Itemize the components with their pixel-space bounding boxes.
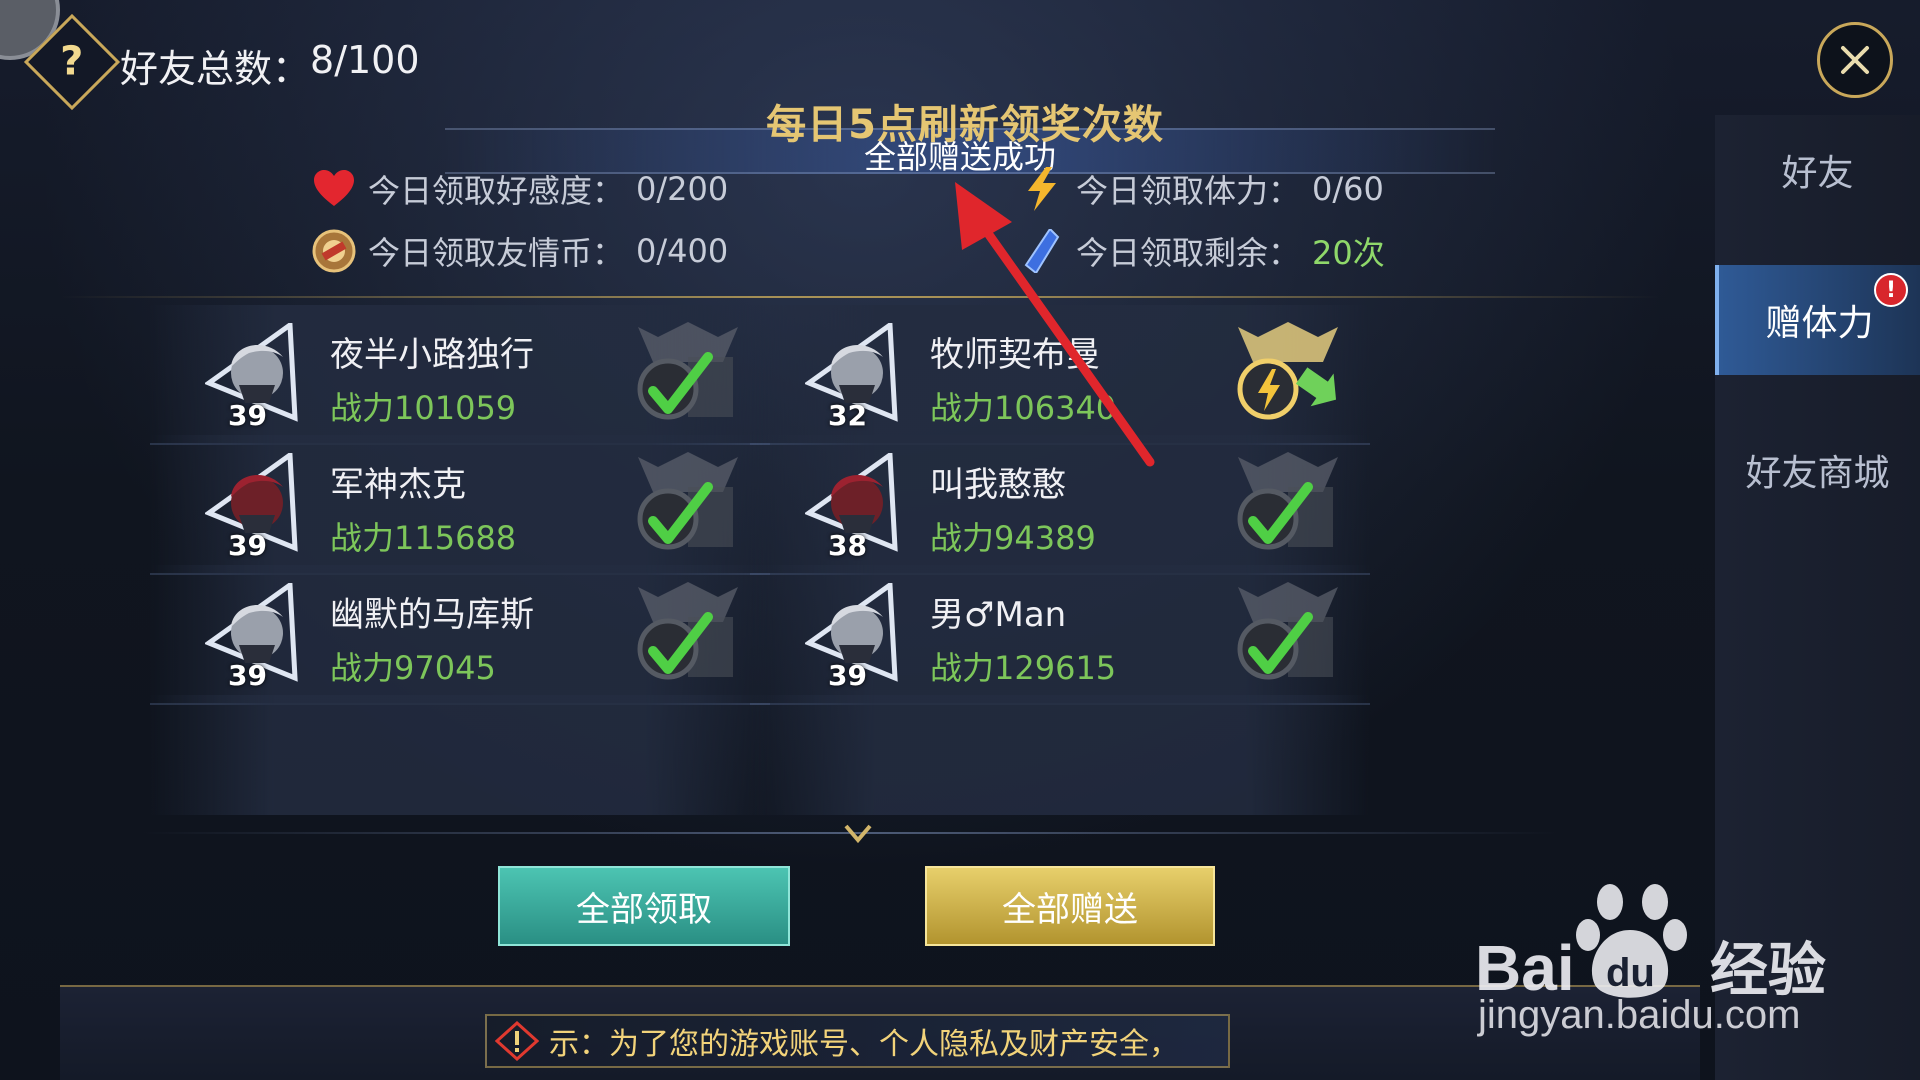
stat-label: 今日领取友情币： xyxy=(368,234,625,272)
tab-friend-shop[interactable]: 好友商城 xyxy=(1715,415,1920,525)
stat-stamina: 今日领取体力： 0/60 xyxy=(1020,166,1384,212)
send-all-button[interactable]: 全部赠送 xyxy=(925,866,1215,946)
question-icon: ? xyxy=(60,38,84,85)
friend-power: 战力97045 xyxy=(330,649,496,687)
friend-row-partial[interactable] xyxy=(750,695,1370,815)
friend-total-value: 8/100 xyxy=(310,38,420,82)
stat-value: 20次 xyxy=(1312,234,1385,272)
friend-row[interactable]: 39 男♂Man 战力129615 xyxy=(750,565,1370,705)
stat-value: 0/60 xyxy=(1312,170,1384,208)
stat-label: 今日领取剩余： xyxy=(1076,234,1301,272)
tab-gift-stamina[interactable]: 赠体力 ! xyxy=(1715,265,1920,375)
friend-row[interactable]: 39 军神杰克 战力115688 xyxy=(150,435,770,575)
friend-power: 战力106340 xyxy=(930,389,1117,427)
friend-coin-icon xyxy=(312,229,356,273)
friend-row-partial[interactable] xyxy=(150,695,770,815)
chevron-down-icon[interactable] xyxy=(842,822,874,846)
stat-friend-coin: 今日领取友情币： 0/400 xyxy=(312,228,728,274)
friend-name: 幽默的马库斯 xyxy=(330,595,534,635)
watermark-url: jingyan.baidu.com xyxy=(1478,993,1801,1037)
close-button[interactable] xyxy=(1817,22,1893,98)
stat-value: 0/400 xyxy=(636,232,729,270)
friend-total: 好友总数： 8/100 xyxy=(120,38,420,93)
friend-row[interactable]: 38 叫我憨憨 战力94389 xyxy=(750,435,1370,575)
friend-power: 战力101059 xyxy=(330,389,517,427)
gift-sent-checkmark xyxy=(1237,452,1338,550)
notification-badge: ! xyxy=(1874,273,1908,307)
friend-name: 军神杰克 xyxy=(330,465,466,505)
friend-power: 战力94389 xyxy=(930,519,1096,557)
friend-row[interactable]: 32 牧师契布曼 战力106340 xyxy=(750,305,1370,445)
gift-sent-checkmark xyxy=(637,452,738,550)
friend-row[interactable]: 39 幽默的马库斯 战力97045 xyxy=(150,565,770,705)
gift-sent-checkmark xyxy=(637,322,738,420)
friend-row[interactable]: 39 夜半小路独行 战力101059 xyxy=(150,305,770,445)
friend-power: 战力129615 xyxy=(930,649,1117,687)
friend-name: 叫我憨憨 xyxy=(930,465,1066,505)
tab-label: 赠体力 xyxy=(1765,303,1874,344)
friend-power: 战力115688 xyxy=(330,519,517,557)
notice-text: 示：为了您的游戏账号、个人隐私及财产安全， xyxy=(549,1027,1179,1062)
stat-label: 今日领取好感度： xyxy=(368,172,625,210)
warning-icon xyxy=(495,1021,539,1061)
stat-affection: 今日领取好感度： 0/200 xyxy=(312,166,728,212)
notice-bar: 示：为了您的游戏账号、个人隐私及财产安全， xyxy=(485,1014,1230,1068)
heart-icon xyxy=(312,167,356,211)
stat-value: 0/200 xyxy=(636,170,729,208)
level-badge: 39 xyxy=(228,529,267,562)
claim-stamina-button[interactable] xyxy=(1228,317,1348,432)
divider xyxy=(60,296,1660,298)
close-icon xyxy=(1841,46,1869,74)
friend-name: 牧师契布曼 xyxy=(930,335,1100,375)
stat-remaining: 今日领取剩余： 20次 xyxy=(1020,228,1385,274)
claim-all-button[interactable]: 全部领取 xyxy=(498,866,790,946)
friend-total-label: 好友总数： xyxy=(120,47,311,91)
level-badge: 38 xyxy=(828,529,867,562)
level-badge: 39 xyxy=(228,659,267,692)
level-badge: 39 xyxy=(228,399,267,432)
level-badge: 32 xyxy=(828,399,867,432)
tab-label: 好友商城 xyxy=(1745,453,1890,494)
tab-label: 好友 xyxy=(1781,153,1854,194)
level-badge: 39 xyxy=(828,659,867,692)
stat-label: 今日领取体力： xyxy=(1076,172,1301,210)
friend-panel: ? 好友总数： 8/100 好友 赠体力 ! 好友商城 每日5点刷新领奖次数 全… xyxy=(0,0,1920,1080)
friend-name: 夜半小路独行 xyxy=(330,335,534,375)
friend-name: 男♂Man xyxy=(930,595,1067,635)
gift-sent-checkmark xyxy=(637,582,738,680)
tab-friends[interactable]: 好友 xyxy=(1715,115,1920,225)
lightning-icon xyxy=(1020,167,1064,211)
gift-sent-checkmark xyxy=(1237,582,1338,680)
friend-list[interactable]: 39 夜半小路独行 战力101059 32 牧师契布曼 战力106340 39 … xyxy=(150,305,1530,815)
svg-text:du: du xyxy=(1606,951,1655,995)
crystal-icon xyxy=(1020,229,1064,273)
